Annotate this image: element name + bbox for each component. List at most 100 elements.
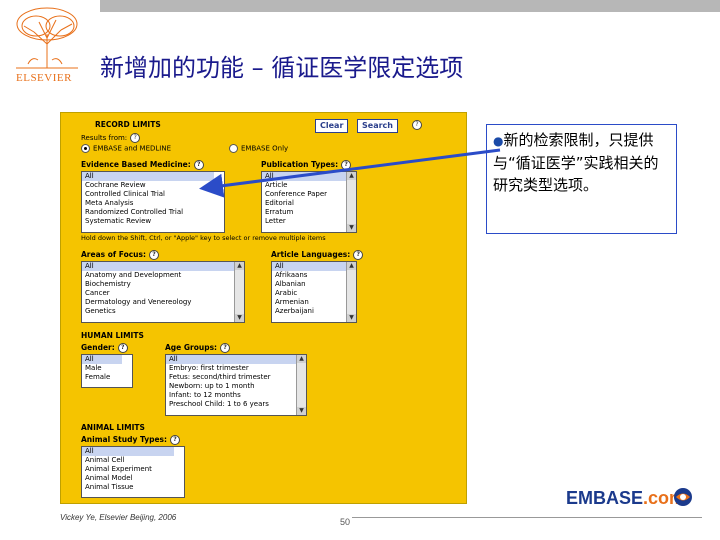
animal-study-types-label: Animal Study Types:? [81,435,181,445]
help-icon[interactable]: ? [170,435,181,445]
list-item[interactable]: Armenian [272,298,346,307]
footer-credit: Vickey Ye, Elsevier Beijing, 2006 [60,513,177,522]
list-item[interactable]: Article [262,181,346,190]
scroll-up-icon[interactable]: ▲ [347,172,356,180]
header-strip [100,0,720,12]
help-icon[interactable]: ? [353,250,364,260]
bullet-icon: ● [493,134,504,148]
list-item[interactable]: Biochemistry [82,280,234,289]
slide-title: 新增加的功能 – 循证医学限定选项 [100,54,464,82]
help-icon[interactable]: ? [220,343,231,353]
list-item[interactable]: Meta Analysis [82,199,214,208]
help-icon[interactable]: ? [148,250,159,260]
age-groups-label: Age Groups:? [165,343,231,353]
record-limits-heading: RECORD LIMITS [95,120,161,129]
embase-logo: EMBASE.com [566,488,685,509]
search-button[interactable]: Search [357,119,398,133]
callout-text: 新的检索限制，只提供与“循证医学”实践相关的研究类型选项。 [493,131,659,194]
list-item[interactable]: Animal Experiment [82,465,174,474]
list-item[interactable]: All [262,172,346,181]
help-icon[interactable]: ? [130,133,141,143]
list-item[interactable]: Dermatology and Venereology [82,298,234,307]
gender-listbox[interactable]: All Male Female [81,354,133,388]
page-number: 50 [340,517,351,527]
scroll-down-icon[interactable]: ▼ [235,314,244,322]
list-item[interactable]: Embryo: first trimester [166,364,296,373]
scroll-down-icon[interactable]: ▼ [297,407,306,415]
elsevier-tree-icon [6,4,88,70]
list-item[interactable]: Male [82,364,122,373]
list-item[interactable]: Cancer [82,289,234,298]
list-item[interactable]: Anatomy and Development [82,271,234,280]
radio-embase-only[interactable]: EMBASE Only [229,144,288,153]
publication-types-label: Publication Types:? [261,160,352,170]
list-item[interactable]: All [272,262,346,271]
list-item[interactable]: Infant: to 12 months [166,391,296,400]
list-item[interactable]: Editorial [262,199,346,208]
list-item[interactable]: Albanian [272,280,346,289]
publication-types-listbox[interactable]: All Article Conference Paper Editorial E… [261,171,357,233]
scroll-up-icon[interactable]: ▲ [297,355,306,363]
gender-label: Gender:? [81,343,128,353]
list-item[interactable]: Arabic [272,289,346,298]
animal-study-types-listbox[interactable]: All Animal Cell Animal Experiment Animal… [81,446,185,498]
help-icon[interactable]: ? [193,160,204,170]
list-item[interactable]: Newborn: up to 1 month [166,382,296,391]
list-item[interactable]: All [166,355,296,364]
scrollbar[interactable]: ▲ ▼ [296,355,306,415]
list-item[interactable]: Azerbaijani [272,307,346,316]
embase-globe-icon [674,488,692,506]
list-item[interactable]: Preschool Child: 1 to 6 years [166,400,296,409]
list-item[interactable]: Cochrane Review [82,181,214,190]
list-item[interactable]: Female [82,373,122,382]
list-item[interactable]: Animal Tissue [82,483,174,492]
list-item[interactable]: All [82,262,234,271]
animal-limits-heading: ANIMAL LIMITS [81,423,145,432]
ebm-label: Evidence Based Medicine:? [81,160,204,170]
scrollbar[interactable]: ▲ ▼ [234,262,244,322]
areas-of-focus-listbox[interactable]: All Anatomy and Development Biochemistry… [81,261,245,323]
list-item[interactable]: Erratum [262,208,346,217]
article-languages-listbox[interactable]: All Afrikaans Albanian Arabic Armenian A… [271,261,357,323]
scroll-down-icon[interactable]: ▼ [347,224,356,232]
scroll-down-icon[interactable]: ▼ [347,314,356,322]
list-item[interactable]: Conference Paper [262,190,346,199]
radio-button-selected[interactable] [81,144,90,153]
embase-limits-screenshot: RECORD LIMITS Clear Search ? Results fro… [60,112,467,504]
list-item[interactable]: Letter [262,217,346,226]
age-groups-listbox[interactable]: All Embryo: first trimester Fetus: secon… [165,354,307,416]
list-item[interactable]: Systematic Review [82,217,214,226]
human-limits-heading: HUMAN LIMITS [81,331,144,340]
list-item[interactable]: Genetics [82,307,234,316]
list-item[interactable]: All [82,172,214,181]
clear-button[interactable]: Clear [315,119,349,133]
multi-select-hint: Hold down the Shift, Ctrl, or "Apple" ke… [81,234,326,242]
help-icon[interactable]: ? [117,343,128,353]
scroll-up-icon[interactable]: ▲ [347,262,356,270]
scroll-up-icon[interactable]: ▲ [235,262,244,270]
areas-of-focus-label: Areas of Focus:? [81,250,159,260]
radio-embase-medline[interactable]: EMBASE and MEDLINE [81,144,171,153]
scrollbar[interactable]: ▲ ▼ [346,172,356,232]
ebm-listbox[interactable]: All Cochrane Review Controlled Clinical … [81,171,225,233]
list-item[interactable]: Randomized Controlled Trial [82,208,214,217]
list-item[interactable]: Controlled Clinical Trial [82,190,214,199]
list-item[interactable]: Animal Cell [82,456,174,465]
radio-button[interactable] [229,144,238,153]
article-languages-label: Article Languages:? [271,250,364,260]
list-item[interactable]: Animal Model [82,474,174,483]
list-item[interactable]: Fetus: second/third trimester [166,373,296,382]
elsevier-wordmark: ELSEVIER [16,72,72,84]
footer-divider [352,517,702,518]
scrollbar[interactable]: ▲ ▼ [346,262,356,322]
help-icon[interactable]: ? [412,120,422,130]
embase-wordmark: EMBASE [566,488,644,508]
help-icon[interactable]: ? [341,160,352,170]
list-item[interactable]: All [82,447,174,456]
elsevier-logo: ELSEVIER [6,4,88,84]
slide-header: ELSEVIER 新增加的功能 – 循证医学限定选项 [0,0,720,86]
callout-box: ●新的检索限制，只提供与“循证医学”实践相关的研究类型选项。 [486,124,677,234]
list-item[interactable]: All [82,355,122,364]
list-item[interactable]: Afrikaans [272,271,346,280]
results-from-label: Results from:? [81,133,141,143]
